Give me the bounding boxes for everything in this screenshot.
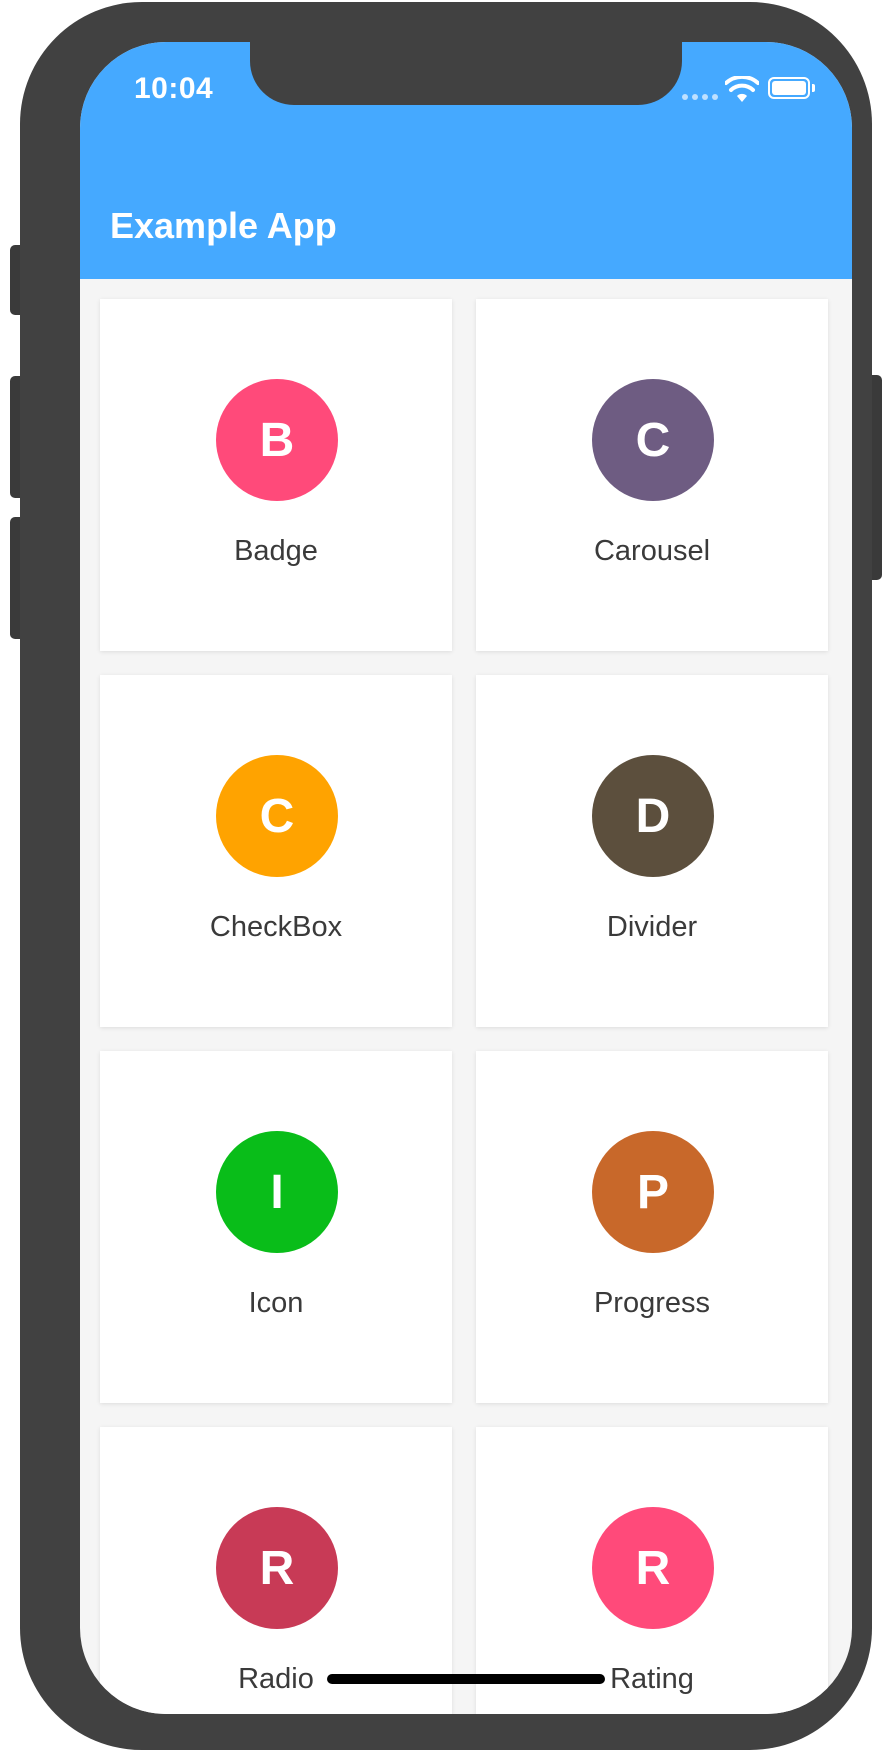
phone-frame: 10:04 Example App B Badge C Carousel C C… xyxy=(20,2,872,1750)
tile-label-badge: Badge xyxy=(234,535,318,567)
battery-full-icon xyxy=(768,77,810,99)
phone-screen: 10:04 Example App B Badge C Carousel C C… xyxy=(80,42,852,1714)
avatar-carousel: C xyxy=(592,379,714,501)
tile-icon[interactable]: I Icon xyxy=(100,1051,452,1403)
tile-divider[interactable]: D Divider xyxy=(476,675,828,1027)
avatar-rating: R xyxy=(592,1507,714,1629)
app-bar: Example App xyxy=(80,142,852,279)
cellular-signal-icon xyxy=(682,94,720,104)
device-notch xyxy=(250,42,682,105)
status-time: 10:04 xyxy=(134,72,214,105)
app-title: Example App xyxy=(110,205,337,246)
tile-label-progress: Progress xyxy=(593,1287,711,1319)
tile-rating[interactable]: R Rating xyxy=(476,1427,828,1714)
tile-progress[interactable]: P Progress xyxy=(476,1051,828,1403)
wifi-icon xyxy=(725,76,759,102)
tile-badge[interactable]: B Badge xyxy=(100,299,452,651)
tile-label-divider: Divider xyxy=(606,911,698,943)
tile-carousel[interactable]: C Carousel xyxy=(476,299,828,651)
tile-radio[interactable]: R Radio xyxy=(100,1427,452,1714)
avatar-checkbox: C xyxy=(216,755,338,877)
avatar-badge: B xyxy=(216,379,338,501)
tile-checkbox[interactable]: C CheckBox xyxy=(100,675,452,1027)
avatar-radio: R xyxy=(216,1507,338,1629)
tile-label-carousel: Carousel xyxy=(593,535,711,567)
battery-tip xyxy=(812,84,815,92)
avatar-progress: P xyxy=(592,1131,714,1253)
tile-label-checkbox: CheckBox xyxy=(209,911,343,943)
home-indicator[interactable] xyxy=(327,1674,605,1684)
avatar-divider: D xyxy=(592,755,714,877)
avatar-icon: I xyxy=(216,1131,338,1253)
tile-label-icon: Icon xyxy=(248,1287,304,1319)
